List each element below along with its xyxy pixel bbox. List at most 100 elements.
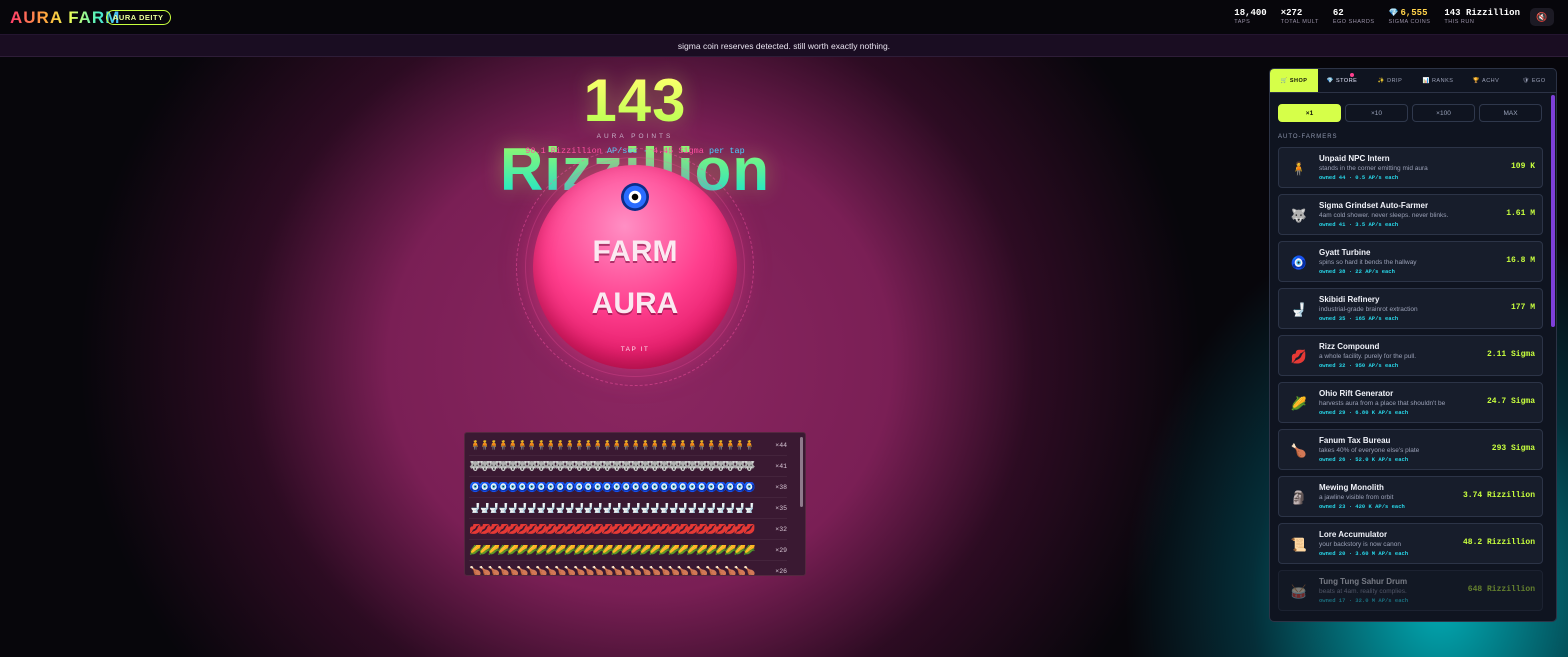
item-price: 1.61 M xyxy=(1506,209,1535,218)
stat-label: TAPS xyxy=(1234,19,1251,25)
item-name: Lore Accumulator xyxy=(1319,530,1388,539)
farmer-icon: 🚽 xyxy=(1290,302,1308,317)
shop-item[interactable]: 🧿 Gyatt Turbine spins so hard it bends the… xyxy=(1278,241,1543,282)
ap-per-sec-value: 90.1 Rizzillion xyxy=(525,146,602,156)
orb-label-line1: FARM xyxy=(592,235,678,268)
speaker-icon[interactable]: 🔇 xyxy=(1530,8,1554,26)
farmer-icon: 📜 xyxy=(1290,537,1308,552)
collection-scrollbar[interactable] xyxy=(800,437,803,507)
collection-count: ×26 xyxy=(775,568,787,575)
item-description: industrial-grade brainrot extraction xyxy=(1319,306,1418,313)
shop-item[interactable]: 🚽 Skibidi Refinery industrial-grade brainr… xyxy=(1278,288,1543,329)
item-description: harvests aura from a place that shouldn'… xyxy=(1319,400,1446,407)
stat-sigma-coins: 💎 6,555 SIGMA COINS xyxy=(1389,8,1431,25)
gem-icon: 💎 xyxy=(1326,77,1334,84)
farmer-collection[interactable]: 🧍🧍🧍🧍🧍🧍🧍🧍🧍🧍🧍🧍🧍🧍🧍🧍🧍🧍🧍🧍🧍🧍🧍🧍🧍🧍🧍🧍🧍🧍 ×44 🐺🐺🐺🐺🐺🐺🐺… xyxy=(464,432,806,576)
tab-label: ACHV xyxy=(1482,77,1500,84)
collection-row: 🚽🚽🚽🚽🚽🚽🚽🚽🚽🚽🚽🚽🚽🚽🚽🚽🚽🚽🚽🚽🚽🚽🚽🚽🚽🚽🚽🚽🚽🚽 ×35 xyxy=(469,499,787,519)
tab-drip[interactable]: ✨ DRIP xyxy=(1366,69,1414,92)
shop-item[interactable]: 🌽 Ohio Rift Generator harvests aura from a… xyxy=(1278,382,1543,423)
stat-value: 18,400 xyxy=(1234,8,1267,18)
shop-item[interactable]: 🗿 Mewing Monolith a jawline visible from o… xyxy=(1278,476,1543,517)
game-logo: AURA FARM xyxy=(10,8,121,27)
stats-bar: 18,400 TAPS ×272 TOTAL MULT 62 EGO SHARD… xyxy=(1234,8,1520,25)
chart-icon: 📊 xyxy=(1422,77,1430,84)
shop-item[interactable]: 🐺 Sigma Grindset Auto-Farmer 4am cold show… xyxy=(1278,194,1543,235)
stat-label: TOTAL MULT xyxy=(1280,19,1319,25)
collection-count: ×32 xyxy=(775,526,787,533)
farmer-icon-strip: 🚽🚽🚽🚽🚽🚽🚽🚽🚽🚽🚽🚽🚽🚽🚽🚽🚽🚽🚽🚽🚽🚽🚽🚽🚽🚽🚽🚽🚽🚽 xyxy=(469,503,756,514)
section-heading: AUTO-FARMERS xyxy=(1278,134,1338,140)
tab-ego[interactable]: 🛡 EGO xyxy=(1510,69,1556,92)
collection-row: 🧍🧍🧍🧍🧍🧍🧍🧍🧍🧍🧍🧍🧍🧍🧍🧍🧍🧍🧍🧍🧍🧍🧍🧍🧍🧍🧍🧍🧍🧍 ×44 xyxy=(469,436,787,456)
buy-x100-button[interactable]: ×100 xyxy=(1412,104,1475,122)
farmer-icon-strip: 💋💋💋💋💋💋💋💋💋💋💋💋💋💋💋💋💋💋💋💋💋💋💋💋💋💋💋💋💋💋 xyxy=(469,524,756,535)
panel-tabs: 🛒 SHOP 💎 STORE ✨ DRIP 📊 RANKS 🏆 ACHV 🛡 EGO xyxy=(1270,69,1556,93)
stat-value-wrap: 💎 6,555 xyxy=(1389,8,1431,18)
shop-panel: 🛒 SHOP 💎 STORE ✨ DRIP 📊 RANKS 🏆 ACHV 🛡 EGO ×1 … xyxy=(1269,68,1557,622)
collection-row: 🧿🧿🧿🧿🧿🧿🧿🧿🧿🧿🧿🧿🧿🧿🧿🧿🧿🧿🧿🧿🧿🧿🧿🧿🧿🧿🧿🧿🧿🧿 ×38 xyxy=(469,478,787,498)
item-owned: owned 20 · 3.60 M AP/s each xyxy=(1319,550,1409,557)
shop-item[interactable]: 💋 Rizz Compound a whole facility. purely f… xyxy=(1278,335,1543,376)
item-description: beats at 4am. reality complies. xyxy=(1319,588,1407,595)
orb-hint: TAP IT xyxy=(620,346,650,353)
farmer-icon-strip: 🌽🌽🌽🌽🌽🌽🌽🌽🌽🌽🌽🌽🌽🌽🌽🌽🌽🌽🌽🌽🌽🌽🌽🌽🌽🌽🌽🌽🌽🌽 xyxy=(469,545,756,556)
item-price: 48.2 Rizzillion xyxy=(1462,538,1535,547)
gem-icon: 💎 xyxy=(1388,9,1399,18)
farmer-icon: 🌽 xyxy=(1290,396,1308,411)
item-price: 648 Rizzillion xyxy=(1467,585,1535,594)
farmer-icon: 🗿 xyxy=(1290,490,1308,505)
collection-row: 🍗🍗🍗🍗🍗🍗🍗🍗🍗🍗🍗🍗🍗🍗🍗🍗🍗🍗🍗🍗🍗🍗🍗🍗🍗🍗🍗🍗🍗🍗 ×26 xyxy=(469,562,787,576)
item-description: takes 40% of everyone else's plate xyxy=(1319,447,1420,454)
collection-row: 🌽🌽🌽🌽🌽🌽🌽🌽🌽🌽🌽🌽🌽🌽🌽🌽🌽🌽🌽🌽🌽🌽🌽🌽🌽🌽🌽🌽🌽🌽 ×29 xyxy=(469,541,787,561)
item-owned: owned 35 · 165 AP/s each xyxy=(1319,315,1399,322)
farmer-icon: 🧿 xyxy=(1290,255,1308,270)
item-price: 24.7 Sigma xyxy=(1486,397,1535,406)
buy-max-button[interactable]: MAX xyxy=(1479,104,1542,122)
collection-row: 🐺🐺🐺🐺🐺🐺🐺🐺🐺🐺🐺🐺🐺🐺🐺🐺🐺🐺🐺🐺🐺🐺🐺🐺🐺🐺🐺🐺🐺🐺 ×41 xyxy=(469,457,787,477)
farmer-icon: 🍗 xyxy=(1290,443,1308,458)
item-description: spins so hard it bends the hallway xyxy=(1319,259,1417,266)
farm-aura-button[interactable]: FARM AURA TAP IT xyxy=(533,165,737,369)
trophy-icon: 🏆 xyxy=(1472,77,1481,84)
panel-scrollbar[interactable] xyxy=(1551,95,1555,327)
buy-x10-button[interactable]: ×10 xyxy=(1345,104,1408,122)
top-bar: AURA FARM AURA DEITY 18,400 TAPS ×272 TO… xyxy=(0,0,1568,34)
item-owned: owned 41 · 3.5 AP/s each xyxy=(1319,221,1399,228)
farmer-icon: 🐺 xyxy=(1290,208,1308,223)
item-owned: owned 23 · 420 K AP/s each xyxy=(1319,503,1405,510)
buy-x1-button[interactable]: ×1 xyxy=(1278,104,1341,122)
per-tap-unit: per tap xyxy=(708,146,745,156)
farmer-icon-strip: 🍗🍗🍗🍗🍗🍗🍗🍗🍗🍗🍗🍗🍗🍗🍗🍗🍗🍗🍗🍗🍗🍗🍗🍗🍗🍗🍗🍗🍗🍗 xyxy=(469,566,756,576)
tab-ranks[interactable]: 📊 RANKS xyxy=(1414,69,1462,92)
evil-eye-icon xyxy=(621,183,649,211)
shop-item[interactable]: 🧍 Unpaid NPC Intern stands in the corner e… xyxy=(1278,147,1543,188)
shop-item[interactable]: 🍗 Fanum Tax Bureau takes 40% of everyone e… xyxy=(1278,429,1543,470)
tab-store[interactable]: 💎 STORE xyxy=(1318,69,1366,92)
tab-achv[interactable]: 🏆 ACHV xyxy=(1462,69,1510,92)
item-name: Ohio Rift Generator xyxy=(1319,389,1394,398)
shop-item[interactable]: 📜 Lore Accumulator your backstory is now c… xyxy=(1278,523,1543,564)
item-name: Mewing Monolith xyxy=(1319,483,1384,492)
item-owned: owned 29 · 6.80 K AP/s each xyxy=(1319,409,1409,416)
item-name: Fanum Tax Bureau xyxy=(1319,436,1391,445)
stat-ego-shards: 62 EGO SHARDS xyxy=(1333,8,1375,25)
shield-icon: 🛡 xyxy=(1522,77,1530,84)
item-owned: owned 38 · 22 AP/s each xyxy=(1319,268,1395,275)
buy-multiplier-group: ×1 ×10 ×100 MAX xyxy=(1278,104,1542,122)
farmer-icon-strip: 🧿🧿🧿🧿🧿🧿🧿🧿🧿🧿🧿🧿🧿🧿🧿🧿🧿🧿🧿🧿🧿🧿🧿🧿🧿🧿🧿🧿🧿🧿 xyxy=(469,482,756,493)
tab-shop[interactable]: 🛒 SHOP xyxy=(1270,69,1318,92)
farmer-icon: 🧍 xyxy=(1290,161,1308,176)
stat-label: SIGMA COINS xyxy=(1388,19,1431,25)
collection-count: ×41 xyxy=(775,463,787,470)
item-price: 177 M xyxy=(1510,303,1535,312)
farmer-icon: 💋 xyxy=(1290,349,1308,364)
tab-label: DRIP xyxy=(1387,77,1403,84)
orb-label-line2: AURA xyxy=(591,287,679,320)
tab-label: STORE xyxy=(1336,77,1358,84)
item-name: Unpaid NPC Intern xyxy=(1319,154,1390,163)
shop-item[interactable]: 🥁 Tung Tung Sahur Drum beats at 4am. reali… xyxy=(1278,570,1543,611)
stat-taps: 18,400 TAPS xyxy=(1234,8,1266,25)
sparkle-icon: ✨ xyxy=(1377,77,1386,84)
rank-badge: AURA DEITY xyxy=(106,10,171,25)
